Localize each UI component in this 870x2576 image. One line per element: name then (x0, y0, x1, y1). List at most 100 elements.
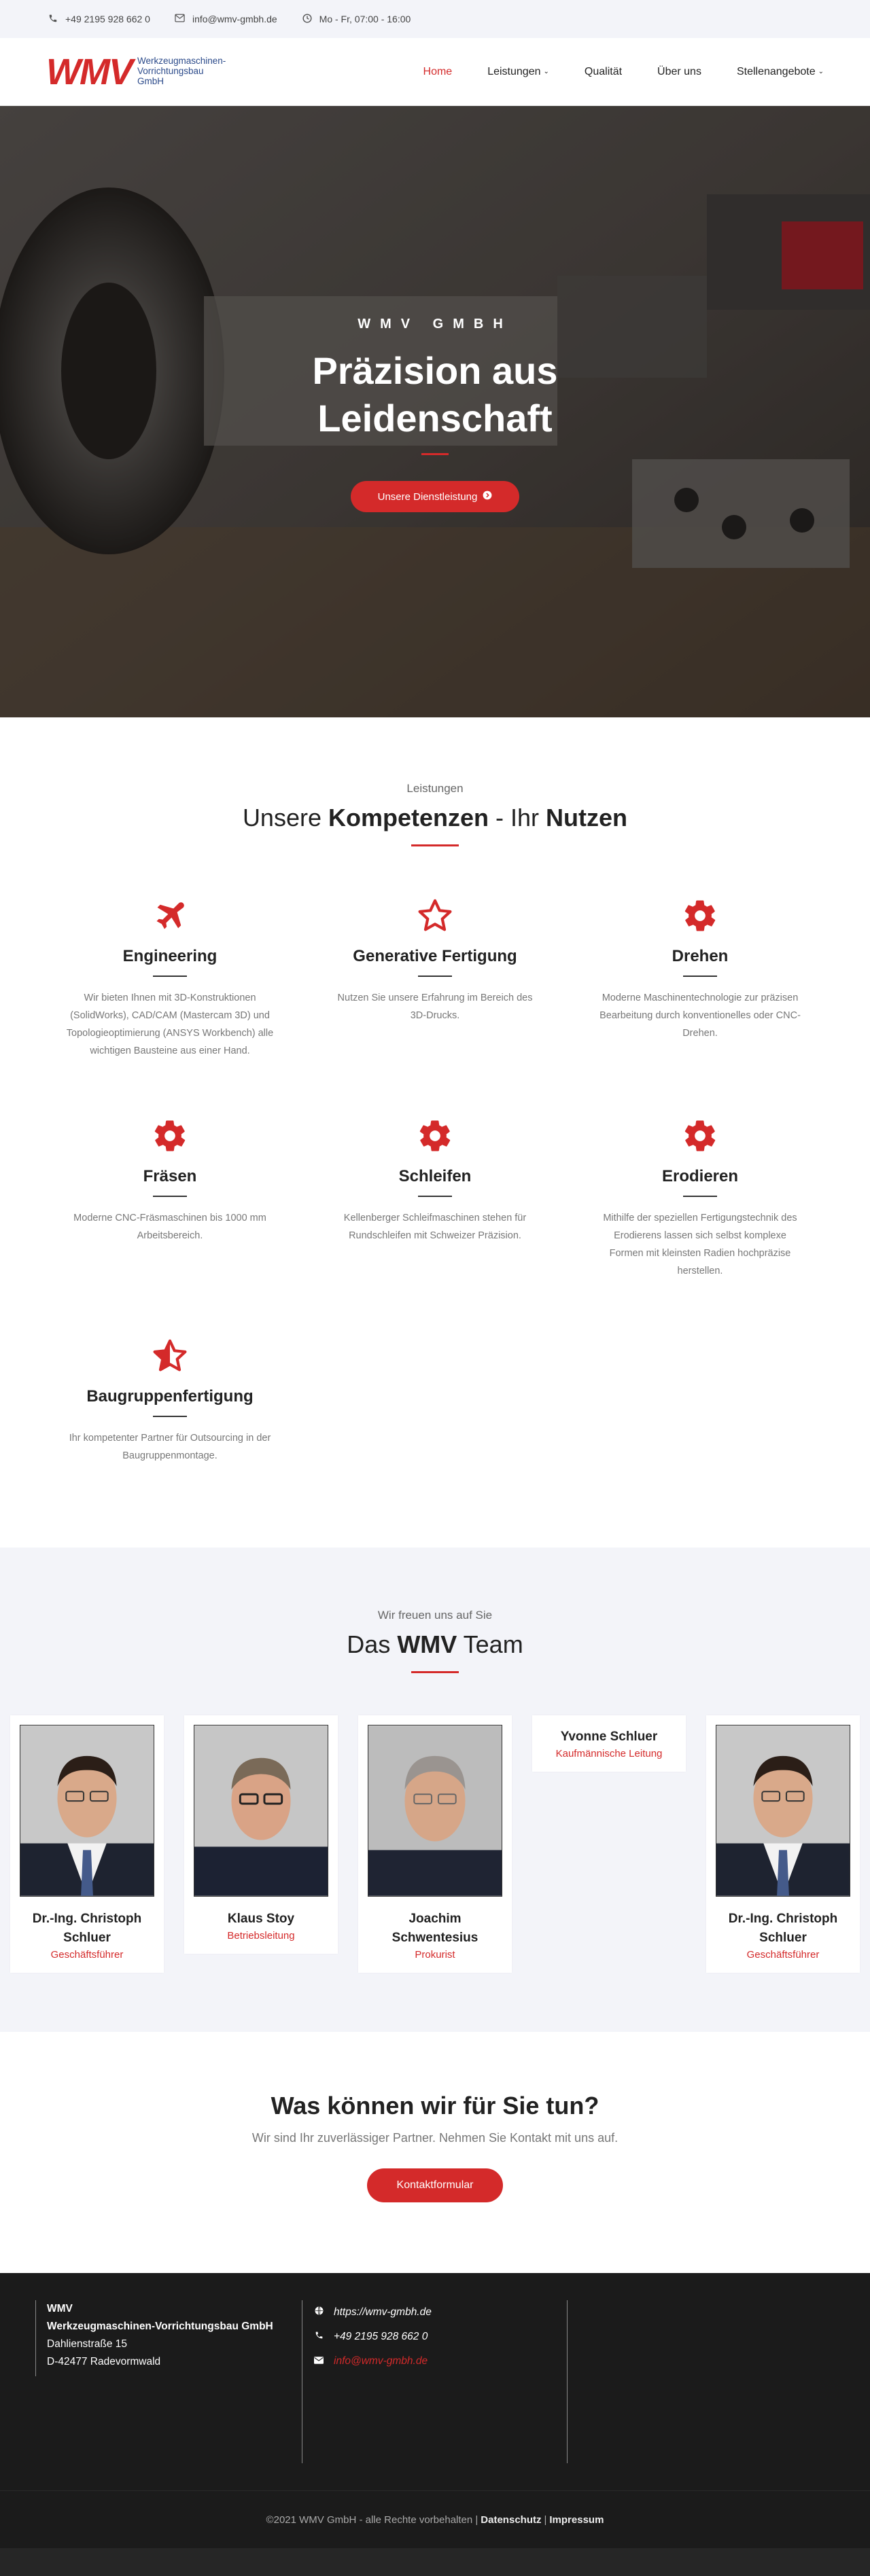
arrow-circle-right-icon (483, 490, 492, 503)
envelope-icon (313, 2349, 324, 2374)
service-title: Fräsen (143, 1167, 197, 1185)
service-divider (683, 1196, 717, 1197)
team-title-c: Team (457, 1630, 523, 1658)
team-role: Kaufmännische Leitung (555, 1748, 663, 1759)
topbar-hours: Mo - Fr, 07:00 - 16:00 (302, 14, 411, 24)
service-card-schleifen[interactable]: Schleifen Kellenberger Schleifmaschinen … (323, 1115, 547, 1245)
gear-icon (323, 1115, 547, 1156)
plane-icon (58, 895, 282, 936)
service-divider (153, 1196, 187, 1197)
footer-website-text: https://wmv-gmbh.de (334, 2306, 432, 2318)
contact-form-button[interactable]: Kontaktformular (366, 2168, 504, 2202)
team-role: Betriebsleitung (227, 1930, 295, 1942)
footer-column-divider (567, 2300, 568, 2463)
service-text: Wir bieten Ihnen mit 3D-Konstruktionen (… (66, 992, 274, 1056)
nav-ueber-uns-label: Über uns (657, 65, 701, 77)
service-text: Moderne CNC-Fräsmaschinen bis 1000 mm Ar… (73, 1213, 266, 1241)
logo[interactable]: WMV Werkzeugmaschinen-Vorrichtungsbau Gm… (46, 54, 232, 90)
team-role: Prokurist (415, 1949, 455, 1961)
footer-email-text: info@wmv-gmbh.de (334, 2355, 428, 2367)
nav-leistungen[interactable]: Leistungen ⌄ (487, 66, 549, 78)
service-divider (418, 976, 452, 977)
service-divider (683, 976, 717, 977)
service-card-engineering[interactable]: Engineering Wir bieten Ihnen mit 3D-Kons… (58, 895, 282, 1060)
footer-phone-text: +49 2195 928 662 0 (334, 2331, 428, 2342)
service-card-erodieren[interactable]: Erodieren Mithilfe der speziellen Fertig… (588, 1115, 812, 1280)
gear-icon (588, 1115, 812, 1156)
main-nav: Home Leistungen ⌄ Qualität Über uns Stell… (423, 66, 824, 78)
team-section: Wir freuen uns auf Sie Das WMV Team Dr.-… (0, 1548, 870, 2032)
gear-icon (588, 895, 812, 936)
hero-content: WMV GMBH Präzision aus Leidenschaft Unse… (0, 317, 870, 512)
services-section: Leistungen Unsere Kompetenzen - Ihr Nutz… (0, 717, 870, 1548)
service-card-fraesen[interactable]: Fräsen Moderne CNC-Fräsmaschinen bis 100… (58, 1115, 282, 1245)
team-name: Yvonne Schluer (560, 1730, 658, 1744)
team-role: Geschäftsführer (746, 1949, 820, 1961)
footer-phone-link[interactable]: +49 2195 928 662 0 (313, 2325, 432, 2349)
clock-icon (302, 14, 313, 24)
service-text: Ihr kompetenter Partner für Outsourcing … (69, 1433, 271, 1461)
services-title-b: Kompetenzen (328, 804, 489, 831)
service-card-generative-fertigung[interactable]: Generative Fertigung Nutzen Sie unsere E… (323, 895, 547, 1024)
team-role: Geschäftsführer (50, 1949, 124, 1961)
team-photo (194, 1725, 328, 1897)
team-cards: Dr.-Ing. Christoph Schluer Geschäftsführ… (0, 1715, 870, 2014)
team-card[interactable]: Joachim Schwentesius Prokurist (358, 1715, 512, 1973)
hero-kicker: WMV GMBH (358, 317, 512, 332)
contact-cta-section: Was können wir für Sie tun? Wir sind Ihr… (0, 2032, 870, 2273)
service-title: Erodieren (661, 1167, 739, 1185)
team-card[interactable]: Dr.-Ing. Christoph Schluer Geschäftsführ… (706, 1715, 860, 1973)
nav-qualitaet[interactable]: Qualität (585, 66, 622, 78)
cta-text: Wir sind Ihr zuverlässiger Partner. Nehm… (251, 2131, 619, 2145)
topbar-phone[interactable]: +49 2195 928 662 0 (48, 14, 150, 24)
nav-stellenangebote[interactable]: Stellenangebote ⌄ (737, 66, 824, 78)
nav-leistungen-label: Leistungen (487, 65, 541, 77)
team-card[interactable]: Yvonne Schluer Kaufmännische Leitung (532, 1715, 686, 1772)
footer-company-long: Werkzeugmaschinen-Vorrichtungsbau GmbH (47, 2321, 273, 2332)
site-footer: WMV Werkzeugmaschinen-Vorrichtungsbau Gm… (0, 2273, 870, 2490)
copyright-bar: ©2021 WMV GmbH - alle Rechte vorbehalten… (0, 2490, 870, 2548)
team-card[interactable]: Klaus Stoy Betriebsleitung (184, 1715, 338, 1954)
team-photo (716, 1725, 850, 1897)
service-text: Moderne Maschinentechnologie zur präzise… (599, 992, 801, 1039)
service-card-drehen[interactable]: Drehen Moderne Maschinentechnologie zur … (588, 895, 812, 1042)
services-title-d: Nutzen (546, 804, 628, 831)
phone-icon (313, 2325, 324, 2349)
service-card-baugruppenfertigung[interactable]: Baugruppenfertigung Ihr kompetenter Part… (58, 1336, 282, 1465)
topbar-hours-text: Mo - Fr, 07:00 - 16:00 (319, 14, 411, 24)
topbar-email-text: info@wmv-gmbh.de (192, 14, 277, 24)
cta-title: Was können wir für Sie tun? (271, 2092, 599, 2119)
logo-subtitle: Werkzeugmaschinen-Vorrichtungsbau GmbH (137, 56, 226, 86)
footer-website-link[interactable]: https://wmv-gmbh.de (313, 2300, 432, 2325)
nav-home-label: Home (423, 65, 453, 77)
team-title-a: Das (347, 1630, 398, 1658)
team-name: Dr.-Ing. Christoph Schluer (728, 1912, 838, 1945)
service-title: Engineering (122, 947, 218, 965)
hero-title-line1: Präzision aus (312, 349, 558, 392)
nav-ueber-uns[interactable]: Über uns (657, 66, 701, 78)
topbar-email[interactable]: info@wmv-gmbh.de (175, 14, 277, 24)
footer-email-link[interactable]: info@wmv-gmbh.de (313, 2349, 432, 2374)
services-grid: Engineering Wir bieten Ihnen mit 3D-Kons… (0, 895, 870, 1507)
hero-title-line2: Leidenschaft (317, 397, 553, 440)
services-title-c: - Ihr (489, 804, 546, 831)
team-name: Dr.-Ing. Christoph Schluer (32, 1912, 142, 1945)
imprint-link[interactable]: Impressum (549, 2514, 604, 2526)
chevron-down-icon: ⌄ (543, 68, 549, 75)
nav-home[interactable]: Home (423, 66, 453, 78)
services-cta-button[interactable]: Unsere Dienstleistung (350, 481, 520, 512)
footer-company-short: WMV (47, 2303, 73, 2314)
service-text: Mithilfe der speziellen Fertigungstechni… (603, 1213, 797, 1276)
services-divider (411, 844, 459, 846)
team-divider (411, 1671, 459, 1673)
team-card[interactable]: Dr.-Ing. Christoph Schluer Geschäftsführ… (10, 1715, 164, 1973)
services-kicker: Leistungen (406, 782, 464, 795)
team-photo (20, 1725, 154, 1897)
globe-icon (313, 2300, 324, 2325)
services-cta-label: Unsere Dienstleistung (377, 490, 478, 503)
phone-icon (48, 14, 58, 24)
service-title: Drehen (672, 947, 729, 965)
privacy-link[interactable]: Datenschutz (481, 2514, 541, 2526)
team-name: Joachim Schwentesius (392, 1912, 478, 1945)
star-half-icon (58, 1336, 282, 1376)
